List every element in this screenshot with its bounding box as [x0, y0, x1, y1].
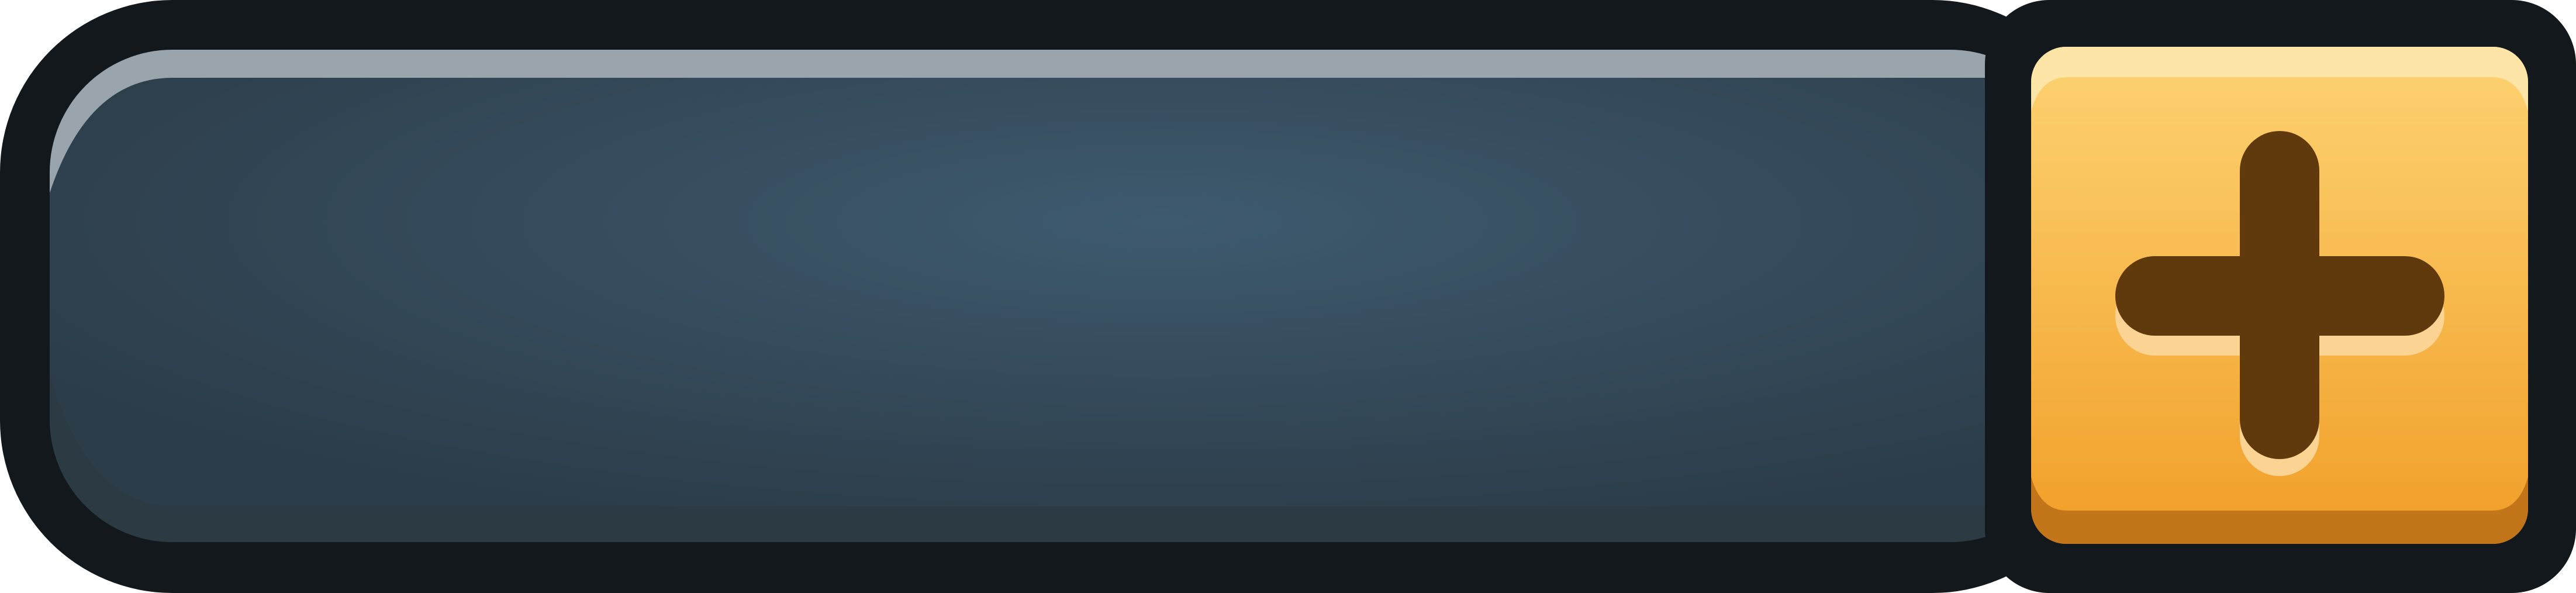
panel-top-highlight	[50, 50, 2073, 78]
currency-bar-widget	[0, 0, 2576, 593]
add-button[interactable]	[2031, 47, 2528, 544]
add-button-top-highlight	[2031, 47, 2528, 77]
panel-bottom-shadow	[50, 506, 2073, 542]
add-button-bottom-shadow	[2031, 511, 2528, 544]
currency-bar-graphic	[0, 0, 2576, 593]
value-panel	[50, 50, 2073, 542]
